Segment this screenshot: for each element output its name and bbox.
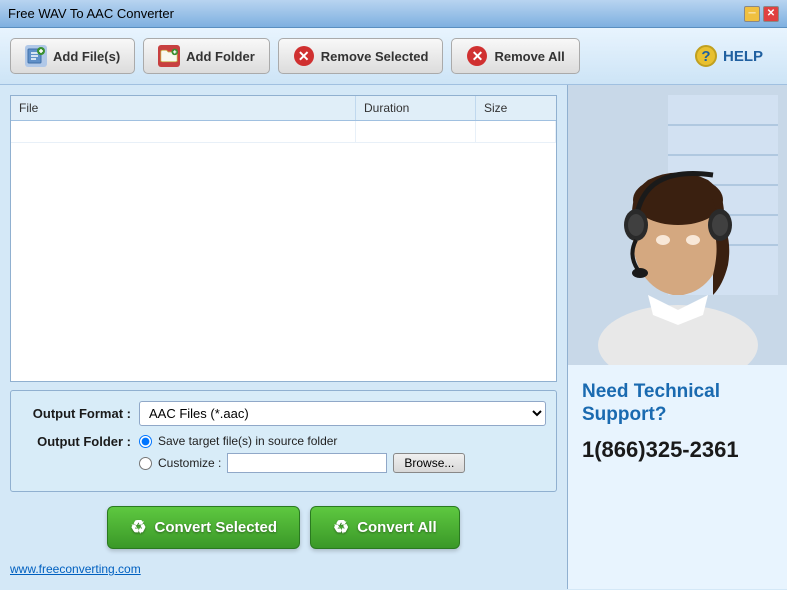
support-phone: 1(866)325-2361 <box>582 437 773 463</box>
format-row: Output Format : AAC Files (*.aac) <box>21 401 546 426</box>
close-button[interactable]: ✕ <box>763 6 779 22</box>
save-source-row: Save target file(s) in source folder <box>139 434 465 448</box>
help-button[interactable]: ? HELP <box>681 39 777 73</box>
table-row[interactable] <box>11 121 556 143</box>
convert-selected-icon: ♻ <box>130 517 146 538</box>
window-controls: ─ ✕ <box>744 6 779 22</box>
duration-cell <box>356 121 476 142</box>
col-size: Size <box>476 96 556 120</box>
remove-all-label: Remove All <box>494 49 564 64</box>
help-label: HELP <box>723 48 763 65</box>
title-bar: Free WAV To AAC Converter ─ ✕ <box>0 0 787 28</box>
remove-all-icon: ✕ <box>466 45 488 67</box>
customize-label: Customize : <box>158 456 221 470</box>
output-settings: Output Format : AAC Files (*.aac) Output… <box>10 390 557 492</box>
toolbar: Add File(s) Add Folder ✕ Remove Selected… <box>0 28 787 85</box>
website-link[interactable]: www.freeconverting.com <box>10 559 557 579</box>
save-source-radio[interactable] <box>139 435 152 448</box>
browse-button[interactable]: Browse... <box>393 453 465 473</box>
customize-row: Customize : Browse... <box>139 453 465 473</box>
convert-selected-button[interactable]: ♻ Convert Selected <box>107 506 300 549</box>
support-text: Need Technical Support? 1(866)325-2361 <box>568 365 787 479</box>
remove-selected-label: Remove Selected <box>321 49 429 64</box>
convert-buttons-row: ♻ Convert Selected ♻ Convert All <box>10 500 557 551</box>
help-icon: ? <box>695 45 717 67</box>
app-title: Free WAV To AAC Converter <box>8 6 174 21</box>
folder-row: Output Folder : Save target file(s) in s… <box>21 434 546 473</box>
convert-all-button[interactable]: ♻ Convert All <box>310 506 460 549</box>
add-folder-label: Add Folder <box>186 49 255 64</box>
table-header: File Duration Size <box>11 96 556 121</box>
size-cell <box>476 121 556 142</box>
folder-options: Save target file(s) in source folder Cus… <box>139 434 465 473</box>
minimize-button[interactable]: ─ <box>744 6 760 22</box>
file-cell <box>11 121 356 142</box>
main-content: File Duration Size Output Format : AAC F… <box>0 85 787 589</box>
remove-selected-button[interactable]: ✕ Remove Selected <box>278 38 444 74</box>
customize-input[interactable] <box>227 453 387 473</box>
right-panel: Need Technical Support? 1(866)325-2361 <box>567 85 787 589</box>
format-select[interactable]: AAC Files (*.aac) <box>139 401 546 426</box>
format-label: Output Format : <box>21 406 131 421</box>
add-files-label: Add File(s) <box>53 49 120 64</box>
save-source-label: Save target file(s) in source folder <box>158 434 337 448</box>
convert-all-icon: ♻ <box>333 517 349 538</box>
remove-all-button[interactable]: ✕ Remove All <box>451 38 579 74</box>
remove-selected-icon: ✕ <box>293 45 315 67</box>
customize-radio[interactable] <box>139 457 152 470</box>
left-panel: File Duration Size Output Format : AAC F… <box>0 85 567 589</box>
add-folder-button[interactable]: Add Folder <box>143 38 270 74</box>
convert-selected-label: Convert Selected <box>155 519 278 536</box>
file-table: File Duration Size <box>10 95 557 382</box>
add-files-button[interactable]: Add File(s) <box>10 38 135 74</box>
add-folder-icon <box>158 45 180 67</box>
support-image <box>568 85 787 365</box>
col-file: File <box>11 96 356 120</box>
add-files-icon <box>25 45 47 67</box>
col-duration: Duration <box>356 96 476 120</box>
table-body[interactable] <box>11 121 556 381</box>
convert-all-label: Convert All <box>357 519 436 536</box>
support-heading: Need Technical Support? <box>582 381 773 427</box>
folder-label: Output Folder : <box>21 434 131 449</box>
